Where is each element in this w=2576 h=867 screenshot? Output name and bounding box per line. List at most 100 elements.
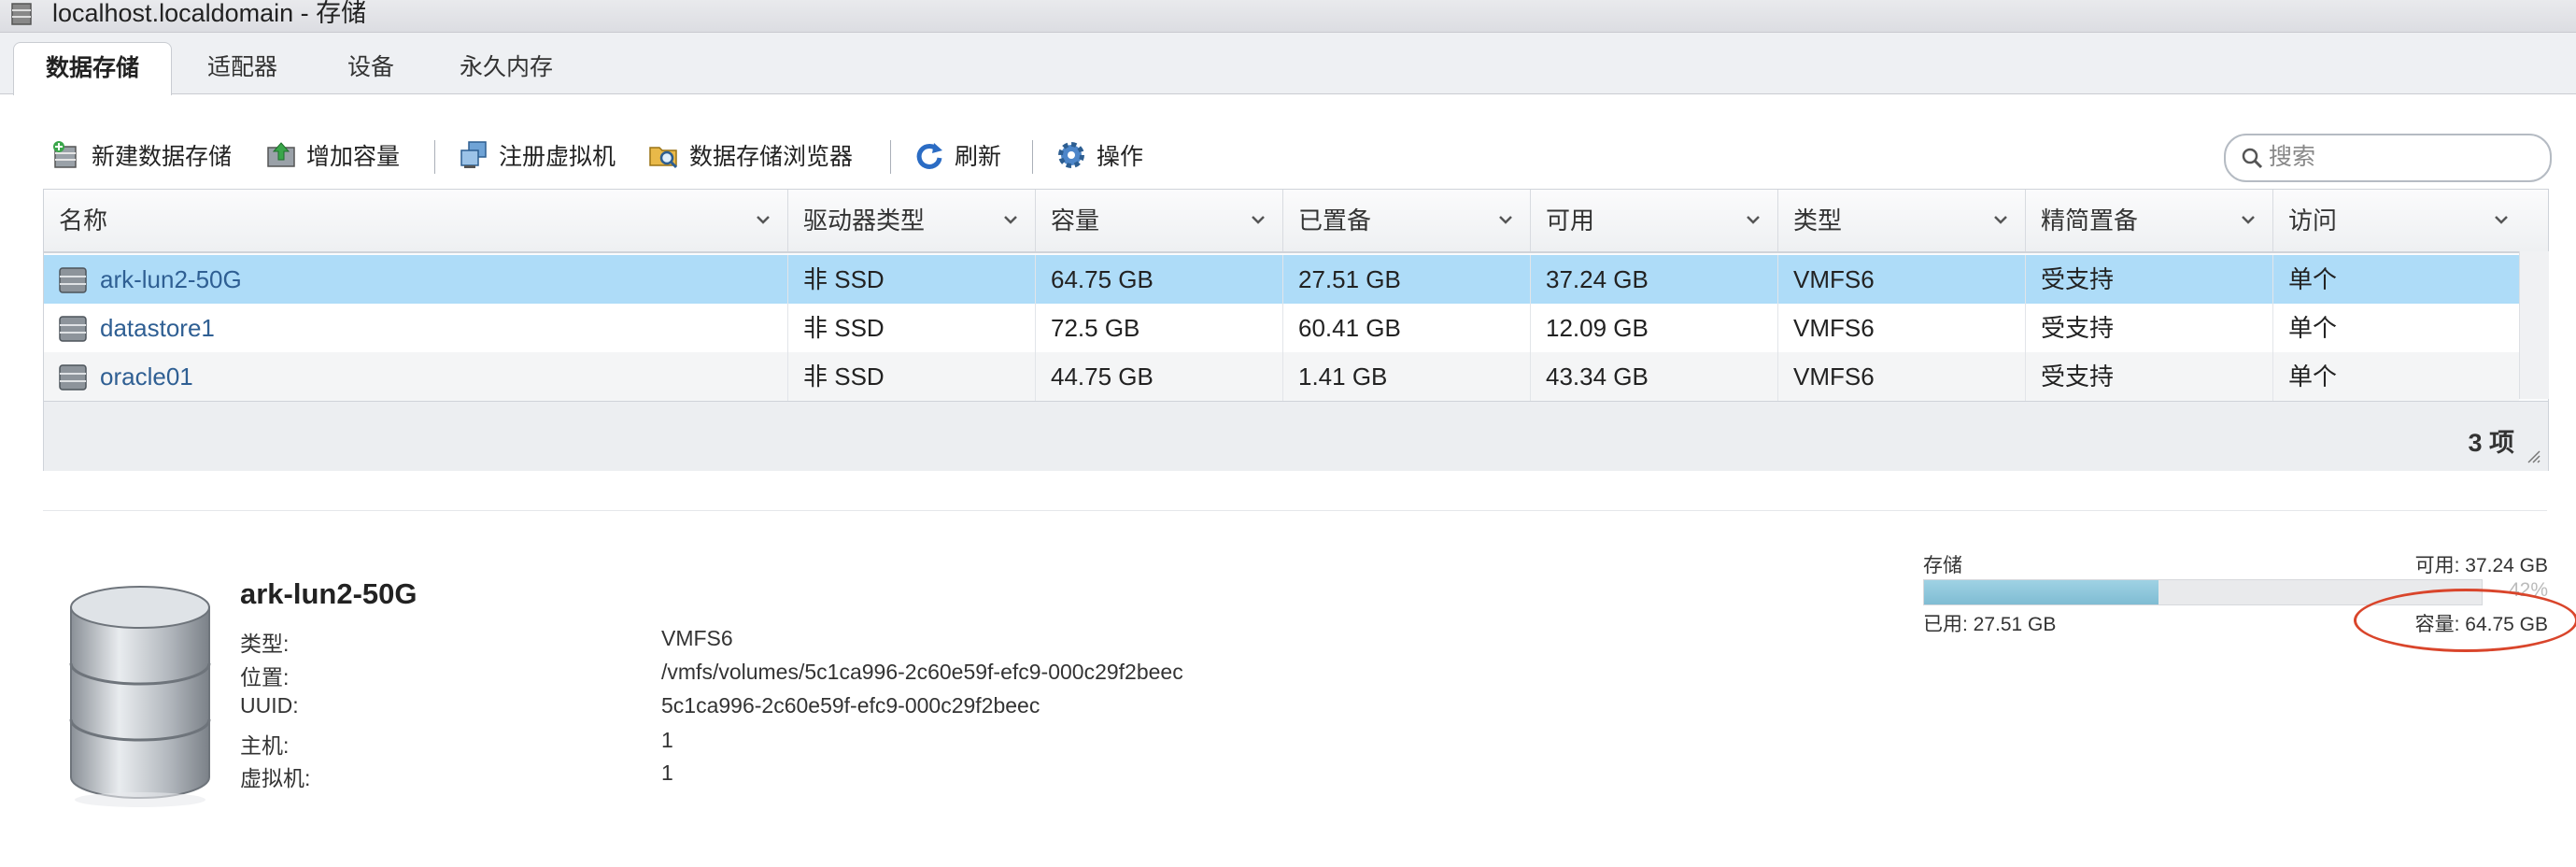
tab-devices[interactable]: 设备 [316, 42, 426, 92]
column-header-provisioned[interactable]: 已置备 [1283, 190, 1531, 251]
datastore-name-link[interactable]: oracle01 [44, 352, 788, 401]
storage-usage-fill [1924, 580, 2158, 604]
thin-provisioning-cell: 受支持 [2026, 304, 2273, 352]
toolbar-separator [434, 140, 435, 174]
capacity-cell: 72.5 GB [1036, 304, 1283, 352]
chevron-down-icon[interactable] [1744, 210, 1762, 229]
column-header-thin-provisioning[interactable]: 精简置备 [2026, 190, 2273, 251]
table-header: 名称 驱动器类型 容量 已置备 可用 类型 精简置备 访问 [44, 190, 2548, 253]
drive-type-cell: 非 SSD [788, 255, 1036, 304]
toolbar-separator [1032, 140, 1033, 174]
chevron-down-icon[interactable] [1249, 210, 1267, 229]
column-header-access[interactable]: 访问 [2273, 190, 2548, 251]
capacity-cell: 44.75 GB [1036, 352, 1283, 401]
column-header-label: 驱动器类型 [803, 206, 926, 235]
actions-button[interactable]: 操作 [1055, 135, 1143, 175]
detail-label-hosts: 主机: [240, 733, 290, 758]
provisioned-cell: 1.41 GB [1283, 352, 1531, 401]
datastore-large-icon [69, 586, 211, 807]
provisioned-cell: 60.41 GB [1283, 304, 1531, 352]
detail-value-type: VMFS6 [661, 626, 733, 650]
column-header-drive-type[interactable]: 驱动器类型 [788, 190, 1036, 251]
column-header-capacity[interactable]: 容量 [1036, 190, 1283, 251]
detail-value-hosts: 1 [661, 728, 673, 752]
gear-icon [1058, 142, 1084, 168]
datastore-icon [59, 267, 87, 293]
column-header-label: 容量 [1051, 206, 1100, 235]
chevron-down-icon[interactable] [2492, 210, 2511, 229]
chevron-down-icon[interactable] [1001, 210, 1020, 229]
datastore-name[interactable]: oracle01 [100, 362, 193, 391]
storage-used: 已用: 27.51 GB [1923, 614, 2057, 635]
increase-capacity-button[interactable]: 增加容量 [265, 135, 400, 175]
increase-capacity-label: 增加容量 [306, 144, 401, 170]
new-datastore-icon [53, 141, 77, 168]
type-cell: VMFS6 [1778, 304, 2026, 352]
register-vm-button[interactable]: 注册虚拟机 [458, 135, 616, 175]
table-row[interactable]: datastore1 非 SSD 72.5 GB 60.41 GB 12.09 … [44, 304, 2519, 352]
refresh-label: 刷新 [955, 144, 1002, 170]
column-header-label: 已置备 [1298, 206, 1372, 235]
column-header-type[interactable]: 类型 [1778, 190, 2026, 251]
detail-label-uuid: UUID: [240, 693, 299, 718]
search-box[interactable] [2224, 134, 2552, 182]
chevron-down-icon[interactable] [754, 210, 772, 229]
type-cell: VMFS6 [1778, 255, 2026, 304]
actions-label: 操作 [1097, 144, 1144, 170]
detail-value-location: /vmfs/volumes/5c1ca996-2c60e59f-efc9-000… [661, 660, 1183, 684]
table-scrollbar[interactable] [2519, 251, 2549, 399]
column-header-free[interactable]: 可用 [1531, 190, 1778, 251]
column-header-label: 访问 [2288, 206, 2338, 235]
datastore-table: 名称 驱动器类型 容量 已置备 可用 类型 精简置备 访问 ark-lun2-5… [43, 189, 2549, 471]
chevron-down-icon[interactable] [1991, 210, 2010, 229]
register-vm-label: 注册虚拟机 [499, 144, 616, 170]
datastore-browser-button[interactable]: 数据存储浏览器 [648, 135, 853, 175]
resize-grip-icon[interactable] [2526, 448, 2541, 463]
free-cell: 43.34 GB [1531, 352, 1778, 401]
access-cell: 单个 [2288, 362, 2338, 391]
tab-datastores[interactable]: 数据存储 [13, 42, 173, 95]
drive-type-cell: 非 SSD [788, 352, 1036, 401]
toolbar-separator [890, 140, 891, 174]
detail-label-type: 类型: [240, 632, 290, 656]
storage-free: 可用: 37.24 GB [2414, 555, 2548, 576]
table-row[interactable]: oracle01 非 SSD 44.75 GB 1.41 GB 43.34 GB… [44, 352, 2519, 401]
datastore-name-link[interactable]: ark-lun2-50G [44, 255, 788, 304]
refresh-icon [916, 143, 942, 169]
window-title: localhost.localdomain - 存储 [52, 0, 367, 27]
free-cell: 37.24 GB [1531, 255, 1778, 304]
tab-persistent-memory[interactable]: 永久内存 [428, 42, 585, 92]
detail-label-vms: 虚拟机: [240, 766, 311, 790]
register-vm-icon [460, 141, 487, 168]
tab-adapters[interactable]: 适配器 [176, 42, 309, 92]
item-count: 3 项 [2468, 429, 2514, 457]
provisioned-cell: 27.51 GB [1283, 255, 1531, 304]
search-icon [2242, 148, 2263, 169]
window-titlebar: localhost.localdomain - 存储 [0, 0, 2576, 33]
column-header-name[interactable]: 名称 [44, 190, 788, 251]
chevron-down-icon[interactable] [2239, 210, 2258, 229]
access-cell: 单个 [2288, 314, 2338, 342]
refresh-button[interactable]: 刷新 [913, 135, 1001, 175]
chevron-down-icon[interactable] [1496, 210, 1515, 229]
capacity-cell: 64.75 GB [1036, 255, 1283, 304]
datastore-name-link[interactable]: datastore1 [44, 304, 788, 352]
datastore-name[interactable]: datastore1 [100, 314, 215, 342]
datastore-name[interactable]: ark-lun2-50G [100, 265, 242, 293]
datastore-icon [11, 3, 32, 25]
search-input[interactable] [2267, 139, 2541, 175]
storage-label: 存储 [1923, 555, 1962, 576]
access-cell: 单个 [2288, 265, 2338, 293]
increase-capacity-icon [267, 142, 295, 167]
table-footer: 3 项 [44, 401, 2548, 471]
detail-value-vms: 1 [661, 760, 673, 785]
new-datastore-button[interactable]: 新建数据存储 [50, 135, 232, 175]
datastore-icon [59, 316, 87, 342]
drive-type-cell: 非 SSD [788, 304, 1036, 352]
detail-value-uuid: 5c1ca996-2c60e59f-efc9-000c29f2beec [661, 693, 1040, 718]
thin-provisioning-cell: 受支持 [2026, 352, 2273, 401]
tab-strip: 数据存储 适配器 设备 永久内存 [0, 33, 2576, 95]
table-row[interactable]: ark-lun2-50G 非 SSD 64.75 GB 27.51 GB 37.… [44, 255, 2519, 304]
datastore-browser-icon [649, 147, 678, 169]
red-annotation-circle [2354, 589, 2576, 652]
